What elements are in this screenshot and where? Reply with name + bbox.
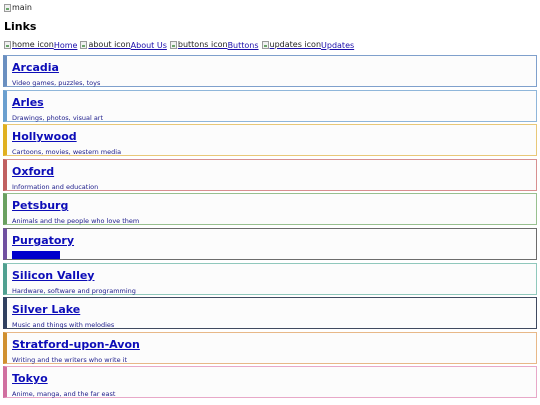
updates-icon: updates icon — [261, 40, 322, 50]
link-card-description: Cartoons, movies, western media — [12, 148, 122, 157]
link-card-description: Anime, manga, and the far east — [12, 390, 116, 399]
link-card-description: Video games, puzzles, toys — [12, 79, 101, 87]
link-card-oxford[interactable]: Oxford Information and education — [3, 158, 537, 191]
link-card-description: Information and education — [12, 182, 99, 191]
link-card-description-selected — [12, 250, 60, 259]
broken-image-icon — [80, 41, 88, 49]
link-card-title: Petsburg — [12, 199, 69, 213]
icon-alt-text: updates icon — [269, 40, 322, 49]
nav-link-buttons[interactable]: buttons icon Buttons — [169, 40, 259, 50]
link-card-description: Music and things with melodies — [12, 321, 115, 330]
main-image-alt: main — [12, 3, 32, 12]
link-card-title: Hollywood — [12, 130, 77, 144]
link-card-arcadia[interactable]: Arcadia Video games, puzzles, toys — [3, 55, 537, 87]
link-card-arles[interactable]: Arles Drawings, photos, visual art — [3, 89, 537, 122]
link-card-silicon-valley[interactable]: Silicon Valley Hardware, software and pro… — [3, 262, 537, 295]
broken-image-icon — [169, 41, 177, 49]
link-card-tokyo[interactable]: Tokyo Anime, manga, and the far east — [3, 366, 537, 399]
link-card-description: Drawings, photos, visual art — [12, 113, 104, 122]
link-card-description: Hardware, software and programming — [12, 286, 136, 295]
link-card-title: Oxford — [12, 164, 55, 178]
link-card-title: Purgatory — [12, 233, 75, 247]
link-card-title: Arles — [12, 95, 44, 109]
link-card-stratford-upon-avon[interactable]: Stratford-upon-Avon Writing and the write… — [3, 331, 537, 364]
nav-link-about-us[interactable]: about icon About Us — [80, 40, 167, 50]
link-card-purgatory[interactable]: Purgatory — [3, 227, 537, 260]
link-card-description: Animals and the people who love them — [12, 217, 140, 226]
home-icon: home icon — [4, 40, 54, 50]
about-icon: about icon — [80, 40, 131, 50]
link-card-petsburg[interactable]: Petsburg Animals and the people who love … — [3, 193, 537, 226]
icon-alt-text: home icon — [12, 40, 54, 49]
buttons-icon: buttons icon — [169, 40, 228, 50]
nav-link-home[interactable]: home icon Home — [4, 40, 77, 50]
link-card-description: Writing and the writers who write it — [12, 355, 128, 364]
nav-link-label: About Us — [130, 40, 167, 50]
link-list: Arcadia Video games, puzzles, toys Arles Dr… — [3, 55, 537, 401]
broken-image-icon — [4, 41, 11, 49]
nav-bar: home icon Home about icon About Us buttons i… — [4, 40, 357, 51]
page-title: Links — [4, 20, 37, 33]
link-card-title: Stratford-upon-Avon — [12, 337, 140, 351]
main-image: main — [4, 3, 32, 13]
link-card-hollywood[interactable]: Hollywood Cartoons, movies, western media — [3, 124, 537, 157]
link-card-title: Silver Lake — [12, 303, 81, 317]
icon-alt-text: about icon — [88, 40, 131, 49]
nav-link-updates[interactable]: updates icon Updates — [261, 40, 355, 50]
nav-link-label: Home — [53, 40, 78, 50]
nav-link-label: Buttons — [227, 40, 259, 50]
broken-image-icon — [261, 41, 269, 49]
link-card-silver-lake[interactable]: Silver Lake Music and things with melodie… — [3, 297, 537, 330]
broken-image-icon — [4, 4, 11, 12]
link-card-title: Arcadia — [12, 61, 59, 74]
link-card-title: Tokyo — [12, 372, 48, 386]
icon-alt-text: buttons icon — [177, 40, 228, 49]
nav-link-label: Updates — [321, 40, 355, 50]
link-card-title: Silicon Valley — [12, 268, 95, 282]
